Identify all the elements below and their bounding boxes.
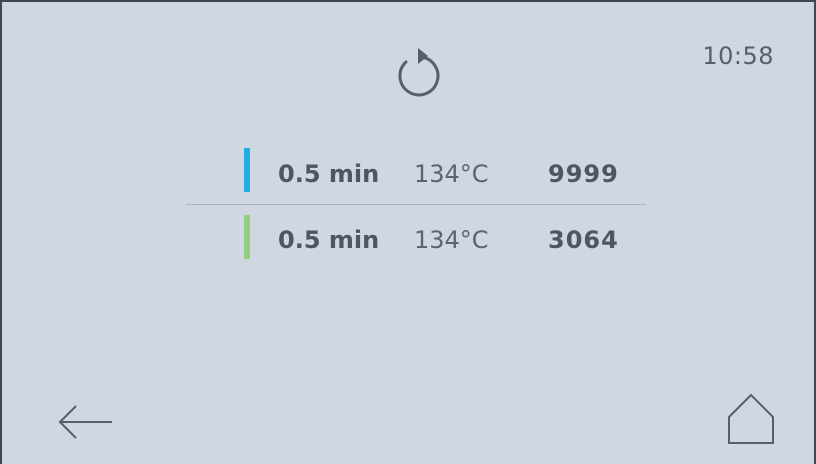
program-duration: 0.5 min	[278, 160, 380, 188]
program-color-indicator	[244, 148, 250, 192]
program-row[interactable]: 0.5 min 134°C 3064	[186, 213, 646, 269]
device-screen: 10:58 0.5 min 134°C 9999 0.5 min 134°C 3064	[0, 0, 816, 464]
program-duration: 0.5 min	[278, 226, 380, 254]
clock: 10:58	[702, 42, 774, 70]
program-details: 0.5 min 134°C 3064	[278, 226, 619, 254]
program-color-indicator	[244, 215, 250, 259]
program-temperature: 134°C	[414, 226, 489, 254]
home-button[interactable]	[726, 392, 776, 446]
program-temperature: 134°C	[414, 160, 489, 188]
program-list: 0.5 min 134°C 9999 0.5 min 134°C 3064	[186, 146, 646, 269]
arrow-left-icon	[58, 405, 112, 439]
program-row[interactable]: 0.5 min 134°C 9999	[186, 146, 646, 205]
program-details: 0.5 min 134°C 9999	[278, 160, 619, 188]
cycle-refresh-icon	[398, 48, 440, 97]
program-count: 9999	[548, 160, 619, 188]
home-icon	[728, 393, 774, 444]
program-count: 3064	[548, 226, 619, 254]
back-button[interactable]	[56, 402, 116, 442]
